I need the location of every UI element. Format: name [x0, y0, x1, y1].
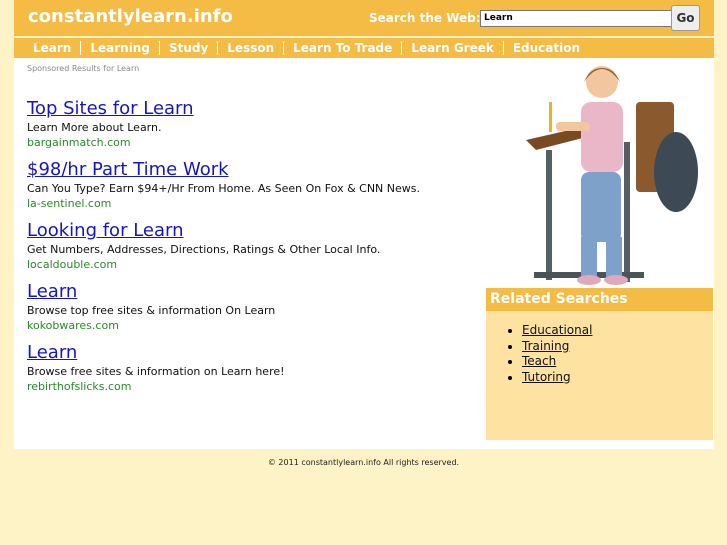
- result-title-link[interactable]: $98/hr Part Time Work: [27, 159, 477, 181]
- main-content: Sponsored Results for Learn Top Sites fo…: [14, 58, 714, 449]
- result-item: Learn Browse top free sites & informatio…: [27, 281, 477, 342]
- nav-bar: Learn Learning Study Lesson Learn To Tra…: [14, 38, 714, 58]
- result-description: Browse free sites & information on Learn…: [27, 365, 285, 378]
- nav-item-learning[interactable]: Learning: [80, 41, 159, 55]
- related-link-teach[interactable]: Teach: [522, 354, 556, 368]
- result-description: Get Numbers, Addresses, Directions, Rati…: [27, 243, 381, 256]
- result-title-link[interactable]: Top Sites for Learn: [27, 98, 477, 120]
- result-item: $98/hr Part Time Work Can You Type? Earn…: [27, 159, 477, 220]
- student-desk-photo: [486, 62, 713, 288]
- related-searches-heading: Related Searches: [486, 288, 713, 311]
- result-description: Learn More about Learn.: [27, 121, 162, 134]
- results-list: Top Sites for Learn Learn More about Lea…: [27, 98, 477, 403]
- list-item: Teach: [522, 354, 713, 370]
- result-title-link[interactable]: Looking for Learn: [27, 220, 477, 242]
- result-item: Top Sites for Learn Learn More about Lea…: [27, 98, 477, 159]
- footer-copyright: © 2011 constantlylearn.info All rights r…: [267, 458, 460, 467]
- result-description: Can You Type? Earn $94+/Hr From Home. As…: [27, 182, 420, 195]
- go-button[interactable]: Go: [671, 5, 700, 31]
- result-item: Learn Browse free sites & information on…: [27, 342, 477, 403]
- related-link-educational[interactable]: Educational: [522, 323, 592, 337]
- nav-item-lesson[interactable]: Lesson: [217, 41, 283, 55]
- nav-item-learn-to-trade[interactable]: Learn To Trade: [283, 41, 401, 55]
- result-item: Looking for Learn Get Numbers, Addresses…: [27, 220, 477, 281]
- nav-item-learn[interactable]: Learn: [14, 41, 80, 55]
- result-url[interactable]: rebirthofslicks.com: [27, 379, 477, 394]
- nav-item-learn-greek[interactable]: Learn Greek: [401, 41, 503, 55]
- related-searches-list: Educational Training Teach Tutoring: [486, 323, 713, 385]
- result-url[interactable]: bargainmatch.com: [27, 135, 477, 150]
- related-link-training[interactable]: Training: [522, 339, 569, 353]
- list-item: Tutoring: [522, 370, 713, 386]
- result-title-link[interactable]: Learn: [27, 281, 477, 303]
- sponsored-label: Sponsored Results for Learn: [27, 64, 140, 73]
- nav-item-education[interactable]: Education: [502, 41, 589, 55]
- nav-item-study[interactable]: Study: [158, 41, 217, 55]
- site-title[interactable]: constantlylearn.info: [28, 6, 233, 27]
- related-link-tutoring[interactable]: Tutoring: [522, 370, 571, 384]
- related-searches-box: Related Searches Educational Training Te…: [486, 288, 713, 440]
- result-url[interactable]: localdouble.com: [27, 257, 477, 272]
- page-wrapper: constantlylearn.info Search the Web: Lea…: [14, 0, 714, 449]
- list-item: Educational: [522, 323, 713, 339]
- search-input[interactable]: Learn: [480, 10, 672, 27]
- result-title-link[interactable]: Learn: [27, 342, 477, 364]
- student-illustration: [526, 66, 698, 285]
- search-label: Search the Web:: [369, 11, 481, 25]
- result-url[interactable]: kokobwares.com: [27, 318, 477, 333]
- list-item: Training: [522, 339, 713, 355]
- header-bar: constantlylearn.info Search the Web: Lea…: [14, 0, 714, 36]
- result-description: Browse top free sites & information On L…: [27, 304, 276, 317]
- result-url[interactable]: la-sentinel.com: [27, 196, 477, 211]
